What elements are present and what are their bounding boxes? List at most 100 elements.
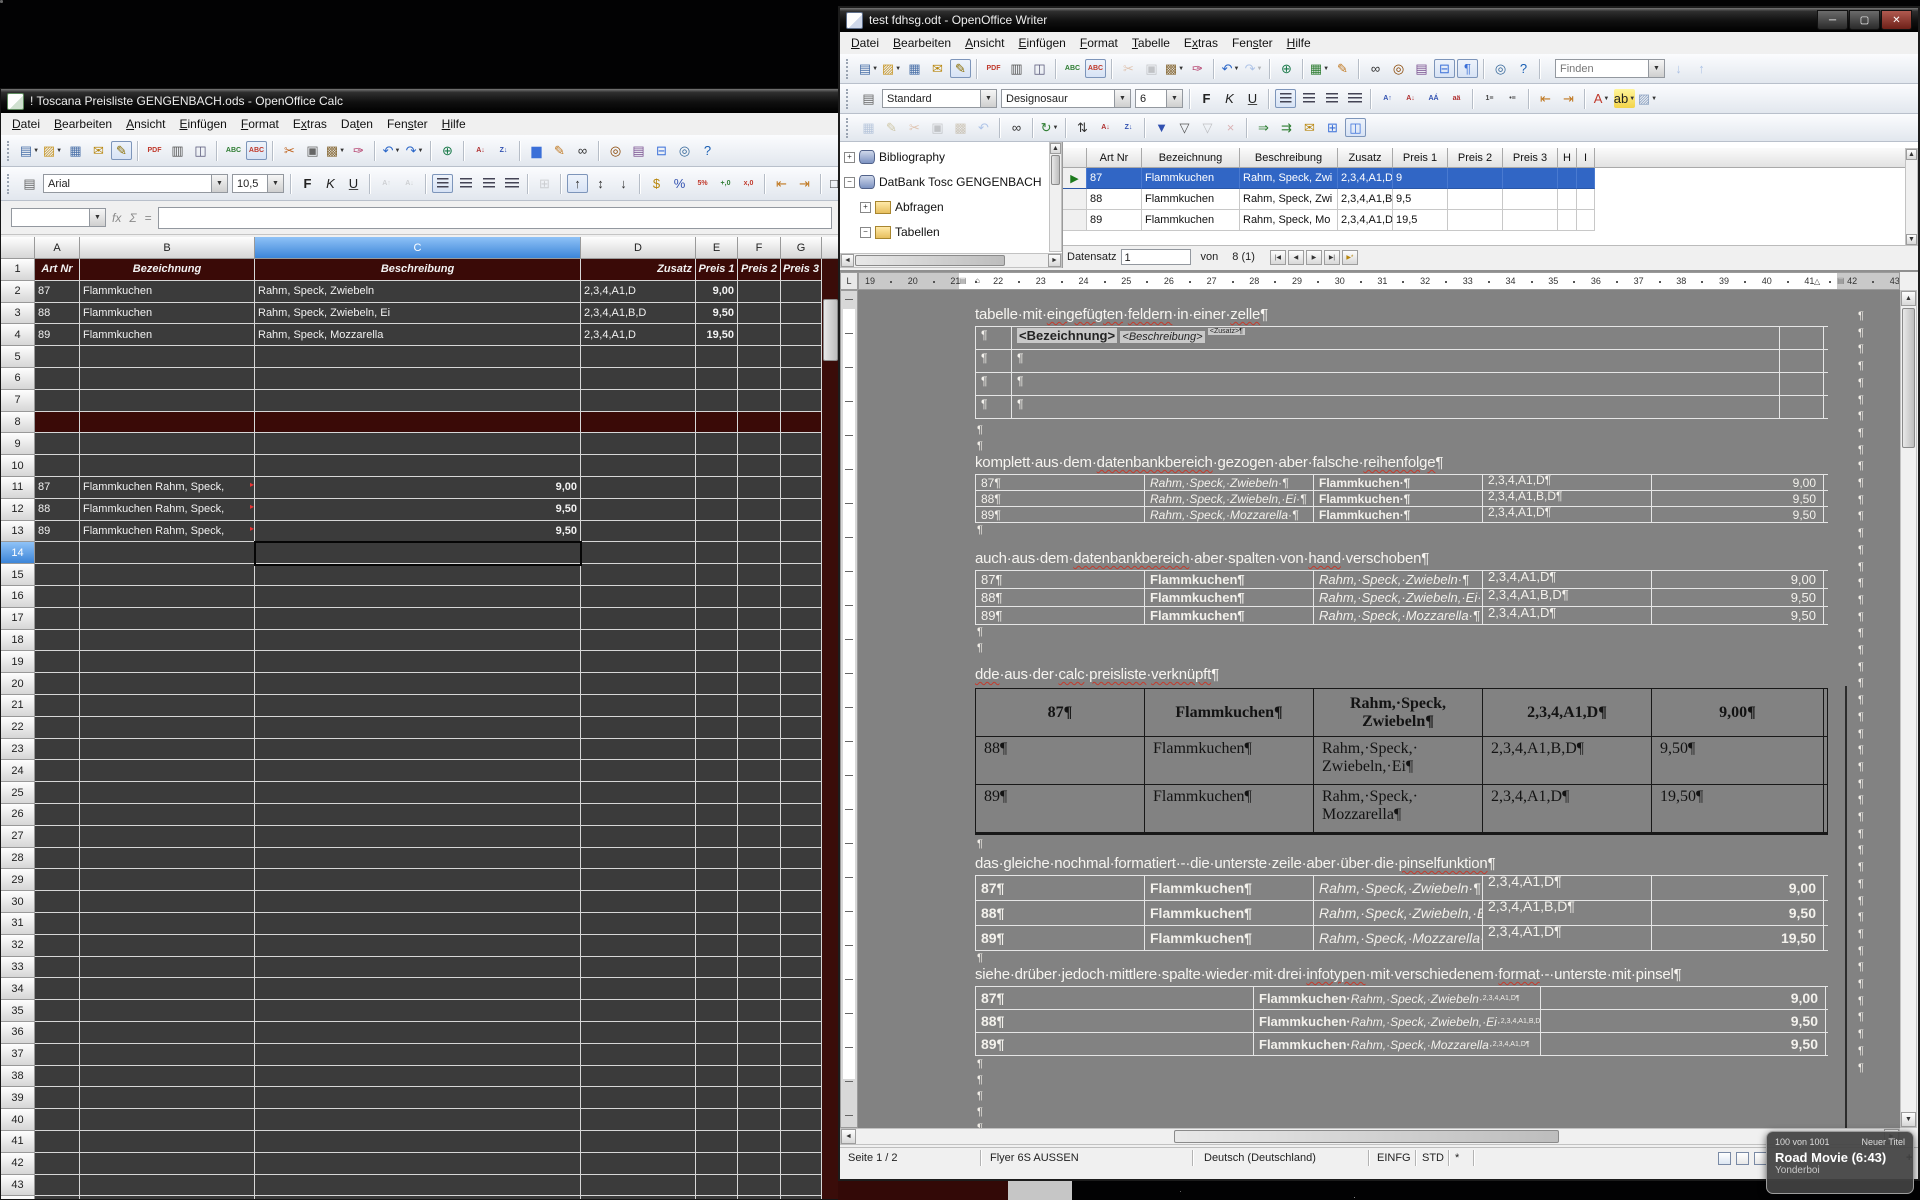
row-header-40[interactable]: 40: [1, 1109, 35, 1131]
row-header-28[interactable]: 28: [1, 848, 35, 870]
find-replace-icon[interactable]: ∞: [1365, 59, 1386, 78]
cell-E37[interactable]: [696, 1044, 738, 1066]
cell-D39[interactable]: [581, 1087, 696, 1109]
doc-cell[interactable]: 9,50: [1652, 607, 1824, 624]
doc-cell[interactable]: Rahm,·Speck,·Zwiebeln·¶: [1145, 475, 1314, 490]
record-marker-cell[interactable]: [1063, 210, 1087, 231]
doc-cell[interactable]: 2,3,4,A1,B,D¶: [1483, 737, 1652, 784]
grid-column-preis-1[interactable]: Preis 1: [1393, 148, 1448, 168]
data-to-fields-icon[interactable]: ⇉: [1276, 118, 1297, 137]
tree-item-bibliography[interactable]: +Bibliography: [844, 150, 945, 164]
grow-font-icon[interactable]: A↑: [1377, 89, 1398, 108]
cell-E16[interactable]: [696, 586, 738, 608]
italic-icon[interactable]: K: [320, 174, 341, 193]
calc-name-box[interactable]: ▼: [11, 208, 106, 227]
calc-vertical-scrollbar[interactable]: [822, 259, 838, 1200]
cell-B26[interactable]: [80, 804, 255, 826]
grid-cell[interactable]: 2,3,4,A1,D: [1338, 168, 1393, 189]
doc-table-fields-table[interactable]: ¶<Bezeichnung> <Beschreibung> <Zusatz>¶¶…: [975, 326, 1828, 419]
doc-cell[interactable]: 9,50¶: [1652, 737, 1824, 784]
cell-B6[interactable]: [80, 368, 255, 390]
doc-cell[interactable]: Flammkuchen¶: [1145, 785, 1314, 832]
export-pdf-icon[interactable]: PDF: [983, 59, 1004, 78]
doc-cell[interactable]: Flammkuchen·Rahm,·Speck,·Zwiebeln·2,3,4,…: [1254, 987, 1541, 1009]
cell-F25[interactable]: [738, 782, 781, 804]
row-header-9[interactable]: 9: [1, 433, 35, 455]
cell-E32[interactable]: [696, 935, 738, 957]
tree-horizontal-scrollbar[interactable]: ◄►: [840, 253, 1062, 268]
cell-B10[interactable]: [80, 455, 255, 477]
cell-E41[interactable]: [696, 1131, 738, 1153]
grid-cell[interactable]: 19,5: [1393, 210, 1448, 231]
grid-cell[interactable]: 9,5: [1393, 189, 1448, 210]
tab-stop-box[interactable]: ▤: [959, 276, 967, 285]
explorer-on-off-icon[interactable]: ◫: [1345, 118, 1366, 137]
copy-icon[interactable]: ▣: [1141, 59, 1162, 78]
cell-A40[interactable]: [35, 1109, 80, 1131]
cell-G43[interactable]: [781, 1175, 822, 1197]
row-header-17[interactable]: 17: [1, 608, 35, 630]
doc-heading-fields-table[interactable]: tabelle·mit·eingefügten·feldern·in·einer…: [975, 306, 1268, 323]
print-icon[interactable]: ▥: [1006, 59, 1027, 78]
grid-cell[interactable]: 2,3,4,A1,B,: [1338, 189, 1393, 210]
chevron-down-icon[interactable]: ▼: [1603, 96, 1609, 102]
cell-E11[interactable]: [696, 477, 738, 499]
cell-C7[interactable]: [255, 390, 581, 412]
paragraph-style-combo[interactable]: Standard▼: [882, 89, 997, 108]
doc-cell[interactable]: Flammkuchen¶: [1145, 607, 1314, 624]
cell-A39[interactable]: [35, 1087, 80, 1109]
grid-cell[interactable]: 89: [1087, 210, 1142, 231]
cell-A31[interactable]: [35, 913, 80, 935]
cell-A2[interactable]: 87: [35, 281, 80, 303]
cell-F30[interactable]: [738, 891, 781, 913]
print-icon[interactable]: ▥: [167, 141, 188, 160]
toolbar-grip[interactable]: [846, 59, 852, 79]
horizontal-scroll-thumb[interactable]: [1174, 1130, 1559, 1143]
cell-E29[interactable]: [696, 869, 738, 891]
cell-C43[interactable]: [255, 1175, 581, 1197]
chevron-down-icon[interactable]: ▼: [1114, 90, 1130, 107]
doc-cell[interactable]: 2,3,4,A1,D¶: [1483, 689, 1652, 736]
row-header-1[interactable]: 1: [1, 259, 35, 281]
cell-A24[interactable]: [35, 760, 80, 782]
row-header-21[interactable]: 21: [1, 695, 35, 717]
doc-cell[interactable]: Flammkuchen·¶: [1314, 507, 1483, 522]
grid-cell[interactable]: Flammkuchen: [1142, 168, 1240, 189]
find-replace-icon[interactable]: ∞: [572, 141, 593, 160]
chevron-down-icon[interactable]: ▼: [211, 175, 227, 192]
row-header-37[interactable]: 37: [1, 1044, 35, 1066]
cell-D30[interactable]: [581, 891, 696, 913]
calc-menu-ansicht[interactable]: Ansicht: [119, 115, 172, 133]
cell-D20[interactable]: [581, 673, 696, 695]
navigator-icon[interactable]: ◎: [1388, 59, 1409, 78]
doc-cell[interactable]: <Bezeichnung> <Beschreibung> <Zusatz>¶: [1012, 327, 1780, 349]
cell-D44[interactable]: [581, 1196, 696, 1200]
previous-record-icon[interactable]: ◀: [1288, 250, 1304, 265]
autospellcheck-icon[interactable]: ABC: [246, 141, 267, 160]
doc-heading-formatted[interactable]: das·gleiche·nochmal·formatiert·-·die·unt…: [975, 855, 1495, 872]
doc-cell[interactable]: [1780, 327, 1824, 349]
autospellcheck-icon[interactable]: ABC: [1085, 59, 1106, 78]
document-horizontal-scrollbar[interactable]: ◄ ►: [840, 1128, 1900, 1145]
grid-cell[interactable]: 88: [1087, 189, 1142, 210]
chevron-down-icon[interactable]: ▼: [1648, 60, 1664, 77]
number-format-currency-icon[interactable]: $: [646, 174, 667, 193]
cell-C13[interactable]: 9,50: [255, 521, 581, 543]
mail-merge-icon[interactable]: ✉: [1299, 118, 1320, 137]
cell-C11[interactable]: 9,00: [255, 477, 581, 499]
grid-column-preis-2[interactable]: Preis 2: [1448, 148, 1503, 168]
cell-C41[interactable]: [255, 1131, 581, 1153]
valign-top-icon[interactable]: ↑: [567, 174, 588, 193]
sort-ascending-icon[interactable]: A↓: [470, 141, 491, 160]
column-header-C[interactable]: C: [255, 237, 581, 259]
doc-cell[interactable]: ¶: [1012, 396, 1780, 418]
cell-C17[interactable]: [255, 608, 581, 630]
cell-D40[interactable]: [581, 1109, 696, 1131]
row-header-35[interactable]: 35: [1, 1000, 35, 1022]
cell-D13[interactable]: [581, 521, 696, 543]
grid-cell[interactable]: Rahm, Speck, Zwi: [1240, 189, 1338, 210]
cell-C42[interactable]: [255, 1153, 581, 1175]
grid-column-i[interactable]: I: [1577, 148, 1595, 168]
cell-E20[interactable]: [696, 673, 738, 695]
decrease-indent-icon[interactable]: ⇤: [1535, 89, 1556, 108]
